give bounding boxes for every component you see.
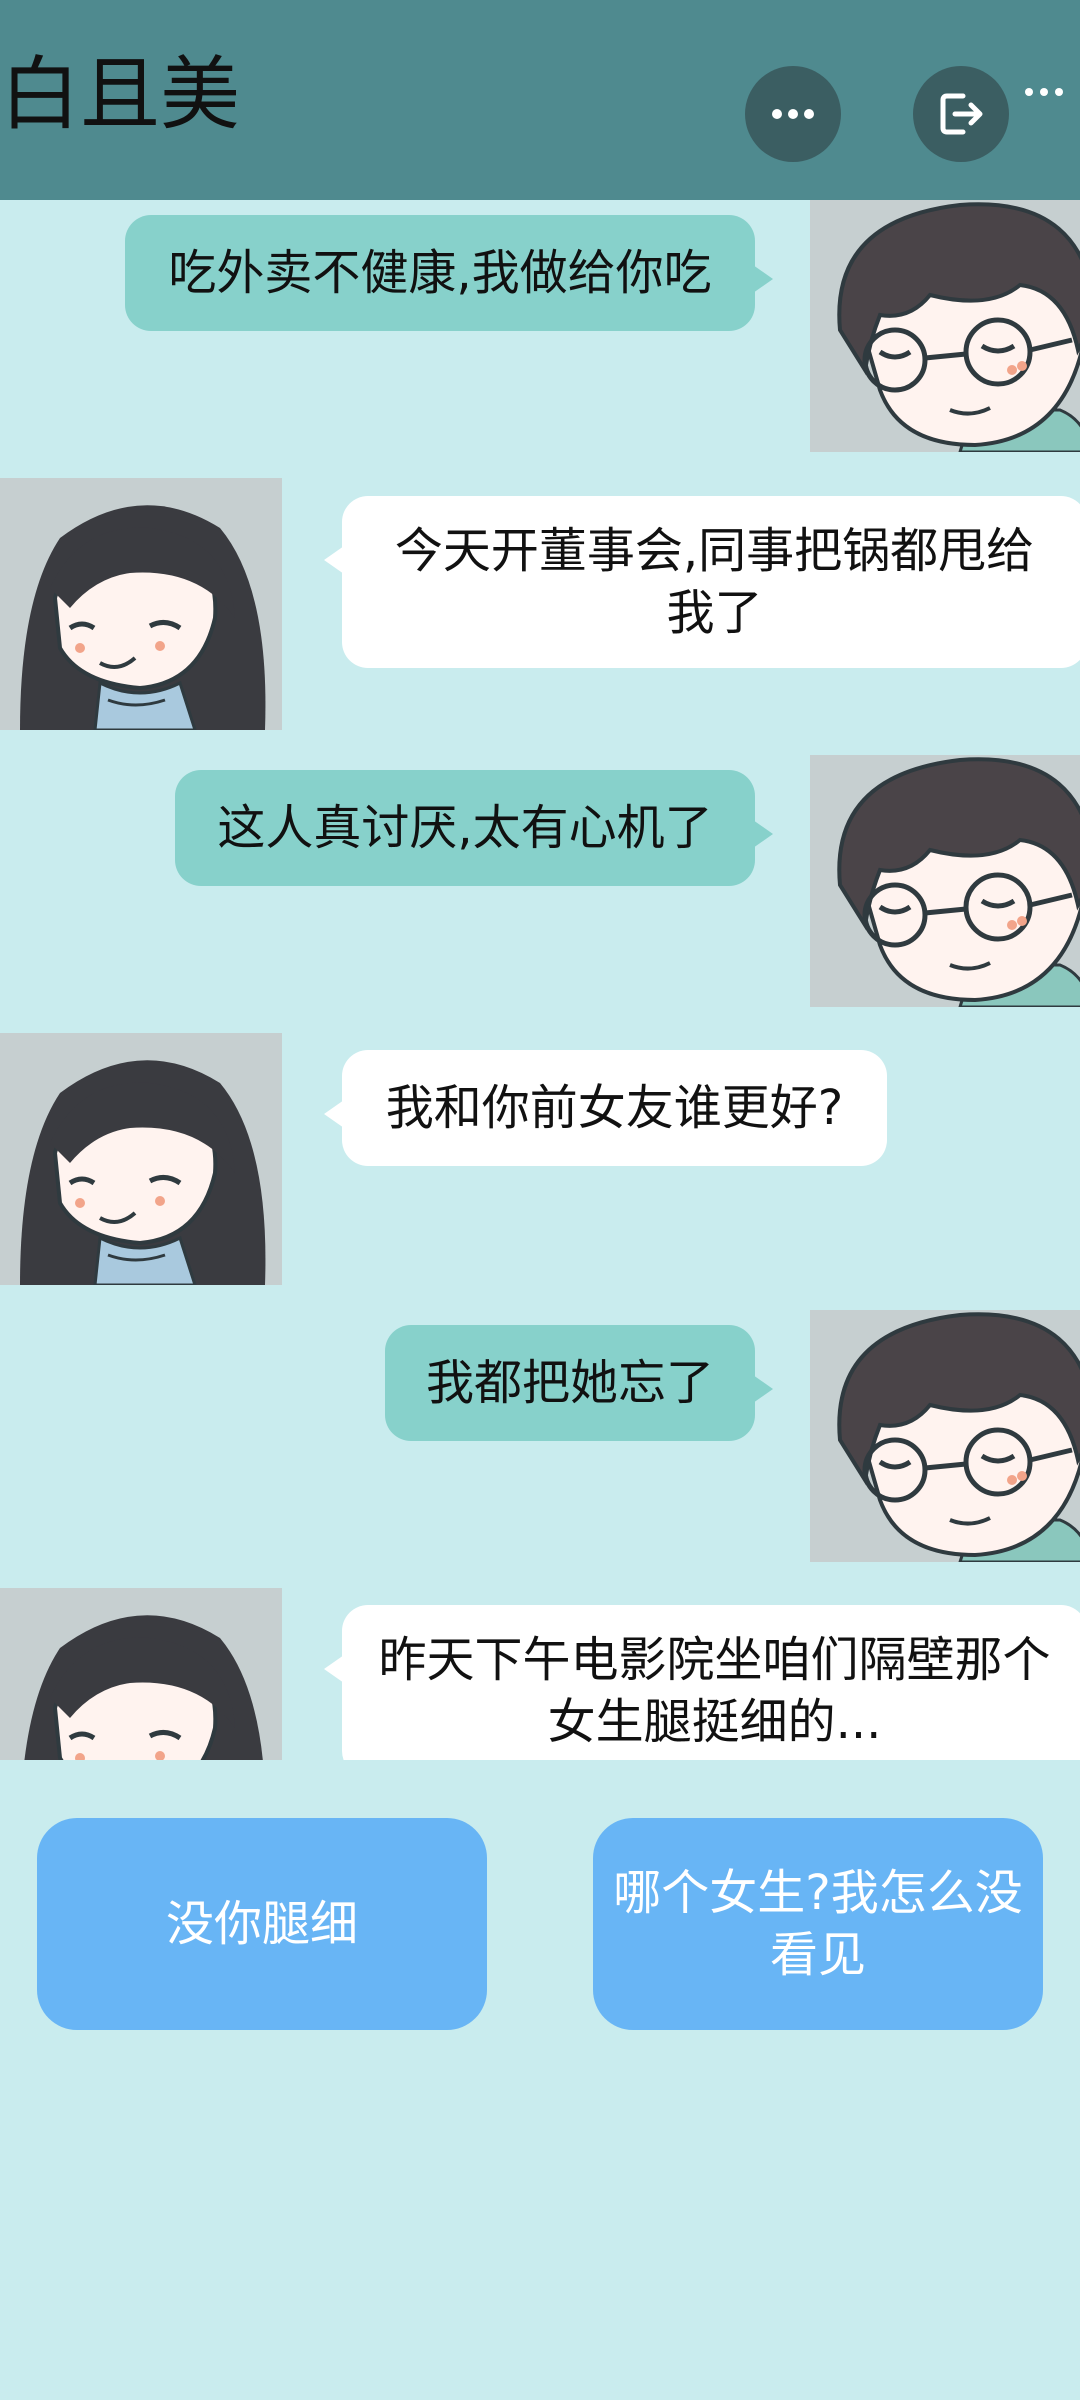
girl-avatar — [0, 1033, 282, 1285]
message-bubble: 今天开董事会,同事把锅都甩给我了 — [324, 496, 1080, 668]
message-bubble: 我和你前女友谁更好? — [324, 1050, 887, 1166]
boy-avatar — [810, 200, 1080, 452]
chat-area: 吃外卖不健康,我做给你吃 今天开董事会,同事把锅都甩给我了 这人真讨厌,太有心机… — [0, 200, 1080, 1760]
boy-avatar — [810, 1310, 1080, 1562]
message-bubble: 这人真讨厌,太有心机了 — [175, 770, 773, 886]
message-bubble: 我都把她忘了 — [385, 1325, 773, 1441]
contact-name: 白且美 — [0, 48, 240, 141]
exit-button[interactable] — [913, 66, 1009, 162]
girl-avatar — [0, 478, 282, 730]
message-bubble: 吃外卖不健康,我做给你吃 — [125, 215, 773, 331]
more-button[interactable] — [745, 66, 841, 162]
exit-icon — [940, 93, 983, 135]
overflow-menu-icon[interactable] — [1025, 88, 1063, 96]
choice-button-2[interactable]: 哪个女生?我怎么没看见 — [593, 1818, 1043, 2030]
choice-button-1[interactable]: 没你腿细 — [37, 1818, 487, 2030]
more-dots-icon — [772, 109, 814, 119]
top-bar: 白且美 — [0, 0, 1080, 200]
girl-avatar — [0, 1588, 282, 1760]
boy-avatar — [810, 755, 1080, 1007]
message-bubble: 昨天下午电影院坐咱们隔壁那个女生腿挺细的... — [324, 1605, 1080, 1760]
